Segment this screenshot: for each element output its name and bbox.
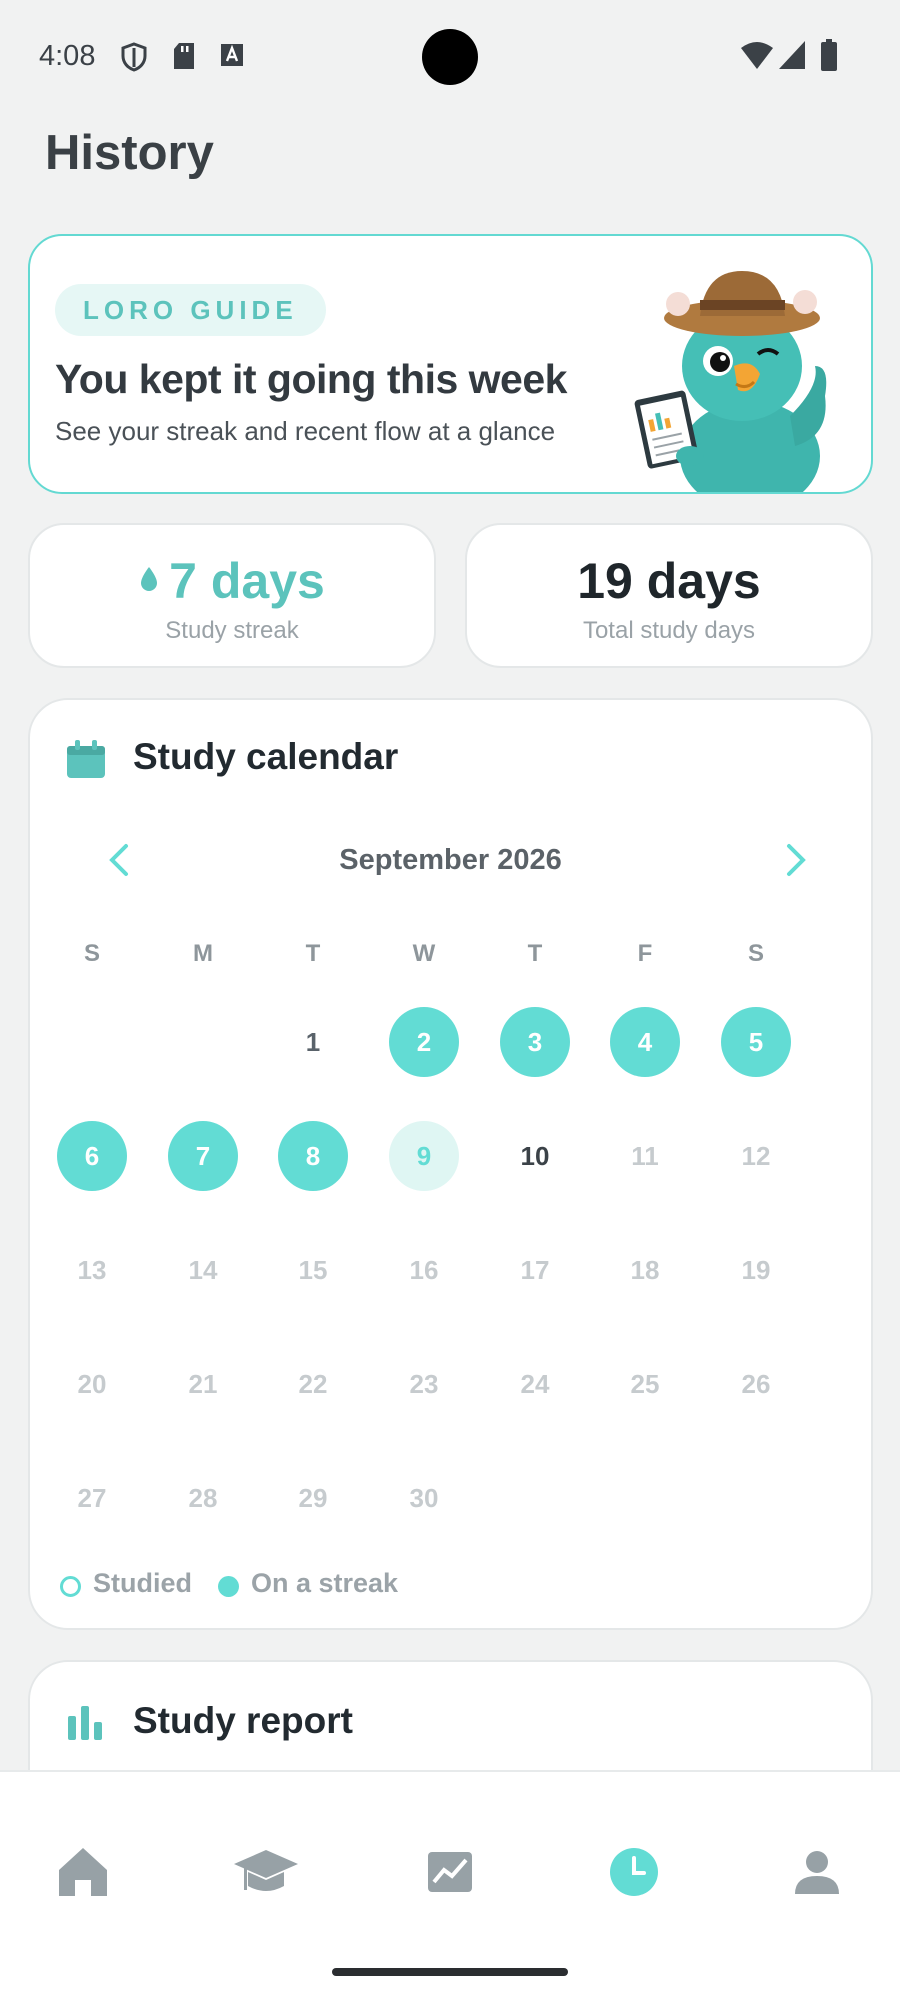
- calendar-day-25[interactable]: 25: [610, 1349, 680, 1419]
- calendar-day-16[interactable]: 16: [389, 1235, 459, 1305]
- calendar-title: Study calendar: [133, 736, 399, 777]
- total-days-stat-card: 19 days Total study days: [465, 523, 873, 668]
- bar-chart-icon: [68, 1706, 102, 1740]
- calendar-day-24[interactable]: 24: [500, 1349, 570, 1419]
- streak-stat-card: 7 days Study streak: [28, 523, 436, 668]
- front-camera: [422, 29, 478, 85]
- parrot-mascot-illustration: [634, 271, 827, 492]
- legend-studied-label: Studied: [93, 1568, 192, 1598]
- font-icon: [221, 44, 243, 66]
- studied-dot-icon: [60, 1576, 81, 1597]
- calendar-icon: [67, 740, 105, 778]
- weekday-label: W: [412, 940, 436, 967]
- guide-title: You kept it going this week: [55, 356, 567, 402]
- calendar-day-19[interactable]: 19: [721, 1235, 791, 1305]
- calendar-day-28[interactable]: 28: [168, 1463, 238, 1533]
- calendar-day-20[interactable]: 20: [57, 1349, 127, 1419]
- calendar-day-2[interactable]: 2: [389, 1007, 459, 1077]
- total-days-label: Total study days: [582, 617, 756, 644]
- shield-icon: [121, 42, 147, 72]
- calendar-day-5[interactable]: 5: [721, 1007, 791, 1077]
- calendar-day-21[interactable]: 21: [168, 1349, 238, 1419]
- weekday-label: T: [527, 940, 543, 967]
- study-calendar-card: Study calendar September 2026 SMTWTFS 12…: [28, 698, 873, 1630]
- calendar-day-8[interactable]: 8: [278, 1121, 348, 1191]
- sd-card-icon: [174, 43, 194, 69]
- report-title: Study report: [133, 1700, 353, 1741]
- guide-subtitle: See your streak and recent flow at a gla…: [55, 416, 556, 446]
- status-bar: 4:08: [0, 0, 900, 112]
- trending-chart-icon[interactable]: [410, 1832, 490, 1912]
- calendar-day-11[interactable]: 11: [610, 1121, 680, 1191]
- calendar-day-15[interactable]: 15: [278, 1235, 348, 1305]
- total-days-value: 19 days: [577, 553, 761, 609]
- weekday-label: S: [83, 940, 100, 967]
- guide-badge: LORO GUIDE: [55, 284, 326, 336]
- weekday-label: T: [305, 940, 321, 967]
- graduation-cap-icon[interactable]: [226, 1832, 306, 1912]
- calendar-day-22[interactable]: 22: [278, 1349, 348, 1419]
- calendar-day-10[interactable]: 10: [500, 1121, 570, 1191]
- wifi-icon: [741, 42, 773, 69]
- streak-label: Study streak: [165, 617, 299, 644]
- streak-value: 7 days: [169, 553, 325, 609]
- calendar-day-30[interactable]: 30: [389, 1463, 459, 1533]
- weekday-label: S: [747, 940, 764, 967]
- chevron-right-icon[interactable]: [775, 840, 815, 880]
- calendar-day-7[interactable]: 7: [168, 1121, 238, 1191]
- weekday-label: M: [193, 940, 213, 967]
- calendar-day-4[interactable]: 4: [610, 1007, 680, 1077]
- calendar-day-3[interactable]: 3: [500, 1007, 570, 1077]
- streak-dot-icon: [218, 1576, 239, 1597]
- streak-value-row: 7 days: [30, 552, 434, 610]
- calendar-day-6[interactable]: 6: [57, 1121, 127, 1191]
- person-icon[interactable]: [777, 1832, 857, 1912]
- calendar-day-17[interactable]: 17: [500, 1235, 570, 1305]
- calendar-day-9[interactable]: 9: [389, 1121, 459, 1191]
- month-label: September 2026: [339, 844, 562, 876]
- calendar-day-12[interactable]: 12: [721, 1121, 791, 1191]
- calendar-day-14[interactable]: 14: [168, 1235, 238, 1305]
- clock-icon[interactable]: [594, 1832, 674, 1912]
- calendar-day-23[interactable]: 23: [389, 1349, 459, 1419]
- status-time: 4:08: [39, 40, 96, 72]
- bottom-navigation: [0, 1770, 900, 2000]
- water-drop-icon: [141, 566, 158, 591]
- calendar-day-29[interactable]: 29: [278, 1463, 348, 1533]
- legend-streak-label: On a streak: [251, 1568, 399, 1598]
- weekday-label: F: [637, 940, 653, 967]
- calendar-day-18[interactable]: 18: [610, 1235, 680, 1305]
- battery-icon: [821, 39, 837, 71]
- home-indicator[interactable]: [332, 1968, 568, 1976]
- home-icon[interactable]: [43, 1832, 123, 1912]
- calendar-day-1[interactable]: 1: [278, 1007, 348, 1077]
- calendar-day-27[interactable]: 27: [57, 1463, 127, 1533]
- signal-icon: [779, 41, 805, 69]
- guide-card: LORO GUIDE You kept it going this week S…: [28, 234, 873, 494]
- calendar-day-13[interactable]: 13: [57, 1235, 127, 1305]
- page-title: History: [45, 126, 214, 180]
- calendar-day-26[interactable]: 26: [721, 1349, 791, 1419]
